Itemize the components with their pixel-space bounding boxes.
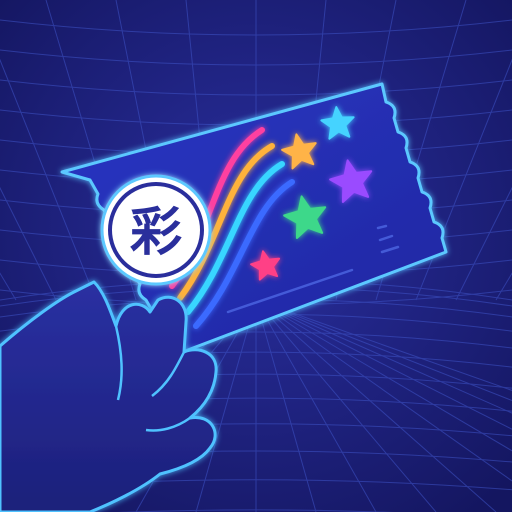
lottery-ticket-illustration: 彩 (0, 0, 512, 512)
emblem-character: 彩 (130, 203, 182, 263)
